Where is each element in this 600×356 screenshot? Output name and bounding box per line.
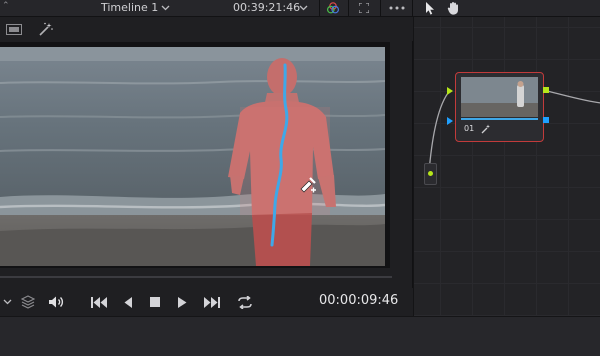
key-output-port[interactable] — [543, 117, 549, 123]
transport-bar: 00:00:09:46 — [0, 288, 413, 316]
chevron-down-icon[interactable] — [2, 297, 12, 307]
divider — [319, 0, 320, 16]
viewer-icon[interactable] — [5, 22, 23, 36]
rgb-input-port[interactable] — [447, 87, 453, 95]
hand-icon[interactable] — [446, 0, 460, 16]
divider — [380, 0, 381, 16]
magic-wand-icon — [480, 123, 491, 134]
timecode: 00:00:09:46 — [319, 293, 399, 308]
node-label: 01 — [464, 124, 475, 133]
beach-scene — [0, 47, 385, 266]
source-node[interactable] — [424, 163, 437, 185]
color-wheel-icon[interactable] — [325, 0, 341, 16]
skip-start-icon[interactable] — [90, 295, 108, 309]
pointer-icon[interactable] — [424, 0, 436, 16]
bottom-panel — [0, 316, 600, 356]
loop-icon[interactable] — [235, 294, 255, 310]
fullscreen-icon[interactable] — [358, 2, 370, 14]
play-icon[interactable] — [176, 295, 188, 309]
magic-wand-icon[interactable] — [37, 21, 53, 37]
timeline-name[interactable]: Timeline 1 — [101, 1, 158, 14]
divider — [348, 0, 349, 16]
node-thumbnail — [461, 77, 538, 117]
more-icon[interactable] — [388, 2, 406, 14]
color-node-01[interactable]: 01 — [455, 72, 544, 142]
node-graph[interactable]: 01 — [413, 17, 600, 316]
chevron-down-icon[interactable] — [160, 2, 170, 14]
viewer-header: ⌃ Timeline 1 00:39:21:46 — [0, 0, 600, 17]
source-output-dot[interactable] — [428, 171, 433, 176]
node-progress — [461, 118, 538, 120]
timecode-top: 00:39:21:46 — [233, 1, 301, 14]
collapse-icon[interactable]: ⌃ — [2, 1, 10, 11]
viewer-subtoolbar — [0, 17, 413, 41]
stop-icon[interactable] — [149, 295, 161, 309]
layers-icon[interactable] — [20, 294, 36, 310]
scrub-bar[interactable] — [0, 276, 392, 278]
chevron-down-icon[interactable] — [298, 2, 308, 14]
scrub-area[interactable] — [0, 268, 395, 288]
rgb-output-port[interactable] — [543, 87, 549, 93]
skip-end-icon[interactable] — [202, 295, 220, 309]
video-frame[interactable] — [0, 47, 385, 266]
prev-frame-icon[interactable] — [122, 295, 134, 309]
volume-icon[interactable] — [47, 294, 65, 310]
node-connections — [428, 90, 600, 173]
key-input-port[interactable] — [447, 117, 453, 125]
